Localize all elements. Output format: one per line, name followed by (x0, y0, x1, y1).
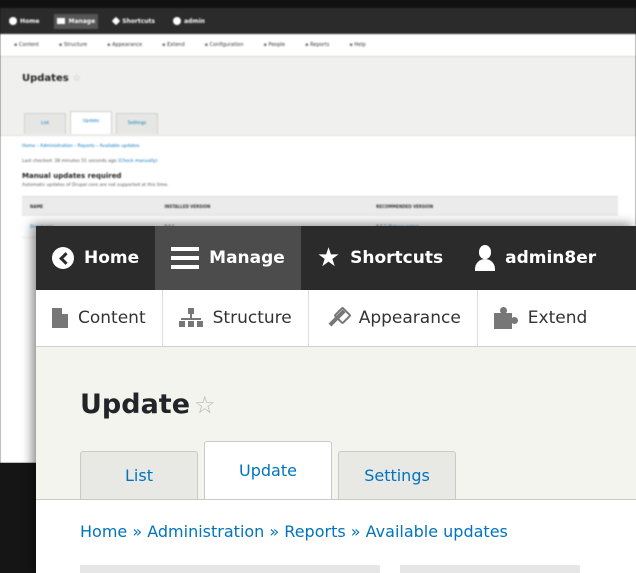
breadcrumb-reports[interactable]: Reports (284, 522, 345, 541)
breadcrumb-separator: » (132, 522, 143, 541)
home-icon (9, 17, 17, 25)
tray-item-content[interactable]: Content (36, 290, 163, 346)
home-icon (52, 247, 74, 269)
bg-toolbar-home[interactable]: Home (6, 13, 42, 29)
bg-check-manually-link[interactable]: (Check manually) (118, 159, 158, 164)
bg-col-installed: INSTALLED VERSION (156, 196, 369, 216)
breadcrumb-administration[interactable]: Administration (147, 522, 264, 541)
bg-last-checked: Last checked: 38 minutes 51 seconds ago … (22, 159, 158, 164)
star-icon (111, 16, 121, 26)
page-title: Update ☆ (80, 389, 216, 420)
breadcrumb-separator: » (269, 522, 280, 541)
page-body: Home » Administration » Reports » Availa… (36, 500, 636, 573)
bg-tray-structure[interactable]: Structure (59, 42, 87, 48)
bg-tab-update[interactable]: Update (70, 111, 112, 134)
toolbar-tray: Content Structure Appearance Extend (36, 290, 636, 347)
bg-toolbar: Home Manage Shortcuts admin (0, 8, 636, 34)
bg-toolbar-shortcuts[interactable]: Shortcuts (110, 14, 158, 29)
star-outline-icon[interactable]: ☆ (194, 391, 216, 419)
bg-page-header: Updates ☆ List Update Settings (0, 57, 636, 136)
tab-settings[interactable]: Settings (338, 451, 456, 499)
bg-tray-content[interactable]: Content (14, 42, 39, 48)
tab-list[interactable]: List (80, 451, 198, 499)
user-icon (475, 245, 496, 271)
tray-item-structure[interactable]: Structure (163, 290, 309, 346)
menu-icon (57, 18, 66, 24)
bg-toolbar-manage[interactable]: Manage (54, 13, 99, 29)
bg-tray-appearance[interactable]: Appearance (107, 42, 142, 48)
primary-tabs: List Update Settings (80, 441, 456, 499)
bg-tab-list[interactable]: List (24, 113, 66, 134)
bg-tab-settings[interactable]: Settings (116, 113, 158, 134)
admin-toolbar: Home Manage ★ Shortcuts admin8er (36, 226, 636, 290)
bg-tray: Content Structure Appearance Extend Conf… (0, 34, 636, 57)
toolbar-manage[interactable]: Manage (155, 226, 301, 290)
bg-col-name: NAME (22, 196, 157, 216)
page-header: Update ☆ List Update Settings (36, 347, 636, 500)
breadcrumb-home[interactable]: Home (80, 522, 127, 541)
tray-item-appearance[interactable]: Appearance (309, 290, 478, 346)
bg-tray-configuration[interactable]: Configuration (205, 42, 244, 48)
paintbrush-icon (325, 307, 349, 329)
bg-tray-extend[interactable]: Extend (162, 42, 185, 48)
breadcrumb-separator: » (350, 522, 361, 541)
sitemap-icon (178, 308, 203, 328)
bg-page-title: Updates ☆ (22, 73, 82, 84)
bg-tabs: List Update Settings (24, 111, 158, 134)
bg-col-recommended: RECOMMENDED VERSION (368, 196, 618, 216)
toolbar-home[interactable]: Home (36, 226, 155, 290)
toolbar-user[interactable]: admin8er (459, 226, 612, 290)
tray-item-extend[interactable]: Extend (478, 290, 604, 346)
faded-text-line (80, 565, 580, 573)
user-icon (173, 17, 181, 25)
zoomed-screenshot: Home Manage ★ Shortcuts admin8er Content… (36, 226, 636, 573)
bg-manual-desc: Automatic updates of Drupal core are not… (22, 183, 169, 188)
dark-background-band (0, 463, 36, 573)
toolbar-shortcuts[interactable]: ★ Shortcuts (301, 226, 459, 290)
bg-toolbar-user[interactable]: admin (170, 13, 208, 29)
bg-tray-help[interactable]: Help (349, 42, 365, 48)
bg-tray-reports[interactable]: Reports (305, 42, 329, 48)
breadcrumb-available-updates[interactable]: Available updates (366, 522, 508, 541)
bg-manual-heading: Manual updates required (22, 172, 122, 180)
menu-icon (171, 247, 200, 269)
puzzle-icon (493, 307, 518, 329)
file-icon (52, 308, 68, 328)
star-icon: ★ (316, 243, 341, 273)
star-outline-icon[interactable]: ☆ (72, 73, 81, 84)
tab-update[interactable]: Update (204, 441, 332, 499)
bg-breadcrumb[interactable]: Home › Administration › Reports › Availa… (22, 144, 614, 149)
breadcrumb: Home » Administration » Reports » Availa… (80, 522, 592, 541)
bg-tray-people[interactable]: People (264, 42, 286, 48)
